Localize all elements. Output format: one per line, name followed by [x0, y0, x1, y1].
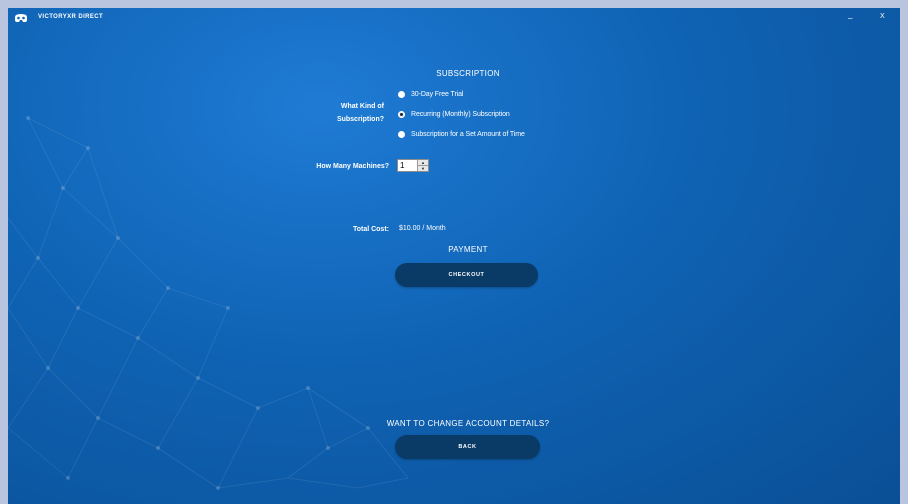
radio-free-trial[interactable]: 30-Day Free Trial [398, 88, 463, 100]
app-title: VICTORYXR DIRECT [38, 14, 104, 20]
network-background [8, 116, 409, 490]
title-bar: VICTORYXR DIRECT _ X [8, 8, 900, 30]
radio-label: 30-Day Free Trial [411, 90, 464, 98]
back-button[interactable]: BACK [395, 435, 540, 459]
subscription-kind-label-line2: Subscription? [336, 116, 384, 123]
radio-set-amount-of-time[interactable]: Subscription for a Set Amount of Time [398, 128, 525, 140]
minimize-button[interactable]: _ [848, 10, 852, 20]
machines-value[interactable]: 1 [398, 160, 417, 171]
machines-label: How Many Machines? [316, 163, 389, 170]
radio-recurring-monthly[interactable]: Recurring (Monthly) Subscription [398, 108, 510, 120]
checkout-button[interactable]: CHECKOUT [395, 263, 538, 287]
triangle-down-icon[interactable]: ▼ [418, 165, 428, 171]
radio-label: Recurring (Monthly) Subscription [411, 110, 510, 118]
subscription-kind-label: What Kind of Subscription? [308, 100, 384, 126]
total-cost-value: $10.00 / Month [399, 225, 446, 232]
radio-circle[interactable] [398, 90, 405, 98]
app-window: VICTORYXR DIRECT _ X SUBSCRIPTION What K… [8, 8, 900, 504]
close-button[interactable]: X [880, 12, 885, 22]
payment-heading: PAYMENT [448, 245, 488, 254]
subscription-heading: SUBSCRIPTION [436, 69, 500, 78]
total-cost-label: Total Cost: [352, 226, 389, 233]
change-account-prompt: WANT TO CHANGE ACCOUNT DETAILS? [386, 419, 550, 428]
machines-stepper[interactable]: 1 ▲ ▼ [397, 159, 429, 172]
subscription-kind-label-line1: What Kind of [340, 103, 384, 110]
radio-circle-selected[interactable] [398, 110, 405, 118]
headset-icon [15, 14, 27, 22]
radio-label: Subscription for a Set Amount of Time [411, 130, 525, 138]
radio-circle[interactable] [398, 130, 405, 138]
stepper-buttons: ▲ ▼ [417, 160, 428, 171]
